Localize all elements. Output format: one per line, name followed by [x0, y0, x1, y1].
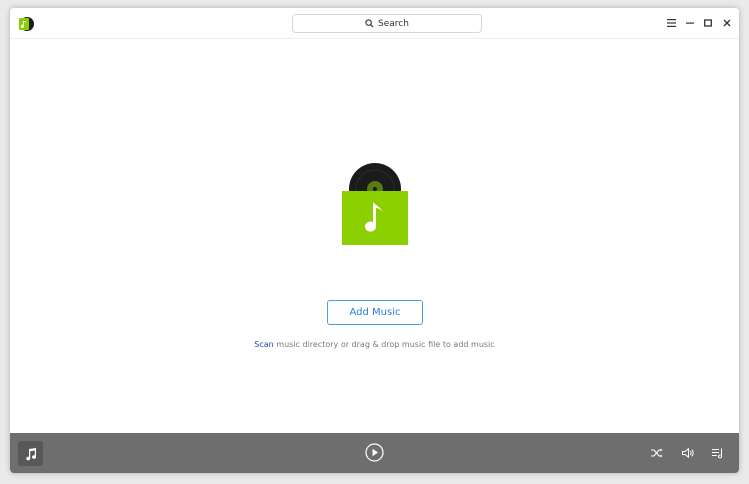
maximize-button[interactable] — [701, 16, 715, 30]
volume-icon — [682, 448, 694, 458]
playback-bar — [10, 433, 739, 473]
add-music-button[interactable]: Add Music — [327, 300, 423, 325]
music-window: Search Add Music Scan music directory or… — [10, 8, 739, 473]
search-box[interactable]: Search — [292, 14, 482, 33]
empty-hint: Scan music directory or drag & drop musi… — [10, 340, 739, 349]
titlebar: Search — [10, 8, 739, 39]
music-note-icon — [25, 447, 36, 460]
app-logo-icon — [18, 16, 34, 32]
shuffle-button[interactable] — [650, 446, 664, 460]
scan-link[interactable]: Scan — [254, 340, 273, 349]
close-icon — [723, 19, 731, 27]
maximize-icon — [704, 19, 712, 27]
playlist-button[interactable] — [711, 446, 725, 460]
menu-button[interactable] — [664, 16, 678, 30]
close-button[interactable] — [720, 16, 734, 30]
volume-button[interactable] — [681, 446, 695, 460]
minimize-button[interactable] — [683, 16, 697, 30]
playlist-icon — [712, 448, 723, 458]
play-button[interactable] — [365, 443, 384, 462]
hint-text: music directory or drag & drop music fil… — [273, 340, 495, 349]
minimize-icon — [686, 22, 694, 24]
hamburger-menu-icon — [666, 19, 676, 27]
search-icon — [365, 19, 374, 28]
play-icon — [365, 443, 384, 462]
vinyl-album-icon — [341, 163, 409, 245]
shuffle-icon — [651, 448, 663, 458]
cover-thumbnail[interactable] — [18, 441, 43, 466]
main-content: Add Music Scan music directory or drag &… — [10, 39, 739, 433]
search-label: Search — [378, 18, 409, 29]
